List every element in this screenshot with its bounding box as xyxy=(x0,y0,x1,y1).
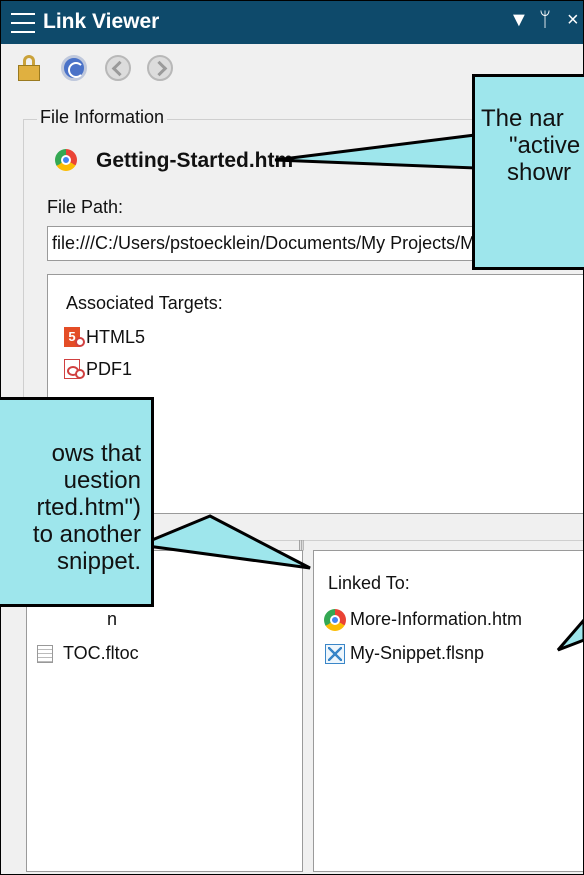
left-callout-line: ows that xyxy=(51,440,141,467)
left-callout-line: to another xyxy=(32,521,141,548)
top-callout: The nar "active showr xyxy=(472,74,584,270)
top-callout-line: showr xyxy=(507,159,572,186)
top-callout-line: "active xyxy=(509,132,581,159)
left-callout-line: rted.htm") xyxy=(36,494,141,521)
right-callout-pointer xyxy=(556,617,584,652)
left-callout-line: uestion xyxy=(63,467,141,494)
top-callout-line: The nar xyxy=(481,105,564,132)
left-callout-pointer xyxy=(134,514,311,570)
left-callout-line: snippet. xyxy=(56,548,141,575)
left-callout: ows that uestion rted.htm") to another s… xyxy=(0,397,154,607)
top-callout-pointer xyxy=(274,133,477,170)
